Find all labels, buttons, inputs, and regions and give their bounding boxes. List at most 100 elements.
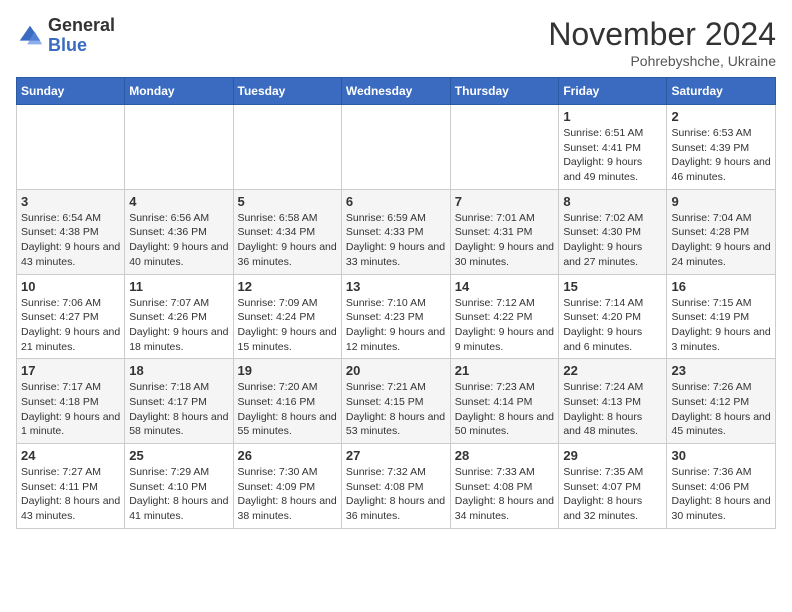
calendar-cell: [17, 105, 125, 190]
day-info: Sunrise: 6:53 AM Sunset: 4:39 PM Dayligh…: [671, 126, 771, 185]
day-info: Sunrise: 7:21 AM Sunset: 4:15 PM Dayligh…: [346, 380, 446, 439]
day-number: 4: [129, 194, 228, 209]
calendar-cell: 5 Sunrise: 6:58 AM Sunset: 4:34 PM Daylig…: [233, 189, 341, 274]
day-number: 15: [563, 279, 662, 294]
day-number: 5: [238, 194, 337, 209]
weekday-header: Tuesday: [233, 78, 341, 105]
day-number: 26: [238, 448, 337, 463]
day-number: 6: [346, 194, 446, 209]
weekday-header: Sunday: [17, 78, 125, 105]
calendar-cell: 18 Sunrise: 7:18 AM Sunset: 4:17 PM Dayli…: [125, 359, 233, 444]
calendar-week-row: 24 Sunrise: 7:27 AM Sunset: 4:11 PM Dayli…: [17, 444, 776, 529]
day-number: 1: [563, 109, 662, 124]
calendar-cell: 1Sunrise: 6:51 AM Sunset: 4:41 PM Daylig…: [559, 105, 667, 190]
day-number: 22: [563, 363, 662, 378]
day-info: Sunrise: 7:04 AM Sunset: 4:28 PM Dayligh…: [671, 211, 771, 270]
calendar-cell: 20 Sunrise: 7:21 AM Sunset: 4:15 PM Dayli…: [341, 359, 450, 444]
calendar-cell: 15 Sunrise: 7:14 AM Sunset: 4:20 PM Dayli…: [559, 274, 667, 359]
day-info: Sunrise: 6:56 AM Sunset: 4:36 PM Dayligh…: [129, 211, 228, 270]
calendar-cell: [125, 105, 233, 190]
title-block: November 2024 Pohrebyshche, Ukraine: [548, 16, 776, 69]
calendar-cell: 22 Sunrise: 7:24 AM Sunset: 4:13 PM Dayli…: [559, 359, 667, 444]
weekday-header: Thursday: [450, 78, 559, 105]
day-number: 28: [455, 448, 555, 463]
calendar-cell: 13 Sunrise: 7:10 AM Sunset: 4:23 PM Dayli…: [341, 274, 450, 359]
calendar-cell: 25Sunrise: 7:29 AM Sunset: 4:10 PM Dayli…: [125, 444, 233, 529]
calendar-cell: 11 Sunrise: 7:07 AM Sunset: 4:26 PM Dayli…: [125, 274, 233, 359]
day-info: Sunrise: 7:32 AM Sunset: 4:08 PM Dayligh…: [346, 465, 446, 524]
day-number: 19: [238, 363, 337, 378]
calendar-cell: [233, 105, 341, 190]
day-number: 13: [346, 279, 446, 294]
calendar-week-row: 3Sunrise: 6:54 AM Sunset: 4:38 PM Daylig…: [17, 189, 776, 274]
day-number: 25: [129, 448, 228, 463]
logo: General Blue: [16, 16, 115, 56]
day-info: Sunrise: 7:18 AM Sunset: 4:17 PM Dayligh…: [129, 380, 228, 439]
calendar-cell: 29Sunrise: 7:35 AM Sunset: 4:07 PM Dayli…: [559, 444, 667, 529]
day-info: Sunrise: 6:59 AM Sunset: 4:33 PM Dayligh…: [346, 211, 446, 270]
weekday-header: Saturday: [667, 78, 776, 105]
calendar-cell: 16 Sunrise: 7:15 AM Sunset: 4:19 PM Dayli…: [667, 274, 776, 359]
day-number: 10: [21, 279, 120, 294]
calendar-cell: 19 Sunrise: 7:20 AM Sunset: 4:16 PM Dayli…: [233, 359, 341, 444]
day-info: Sunrise: 7:14 AM Sunset: 4:20 PM Dayligh…: [563, 296, 662, 355]
day-info: Sunrise: 7:33 AM Sunset: 4:08 PM Dayligh…: [455, 465, 555, 524]
calendar-week-row: 10 Sunrise: 7:06 AM Sunset: 4:27 PM Dayli…: [17, 274, 776, 359]
day-info: Sunrise: 7:17 AM Sunset: 4:18 PM Dayligh…: [21, 380, 120, 439]
calendar-cell: 14Sunrise: 7:12 AM Sunset: 4:22 PM Dayli…: [450, 274, 559, 359]
day-number: 24: [21, 448, 120, 463]
calendar-cell: 9 Sunrise: 7:04 AM Sunset: 4:28 PM Daylig…: [667, 189, 776, 274]
day-info: Sunrise: 6:54 AM Sunset: 4:38 PM Dayligh…: [21, 211, 120, 270]
calendar-cell: 30 Sunrise: 7:36 AM Sunset: 4:06 PM Dayli…: [667, 444, 776, 529]
calendar-cell: 3Sunrise: 6:54 AM Sunset: 4:38 PM Daylig…: [17, 189, 125, 274]
day-info: Sunrise: 7:35 AM Sunset: 4:07 PM Dayligh…: [563, 465, 662, 524]
day-number: 9: [671, 194, 771, 209]
weekday-header: Monday: [125, 78, 233, 105]
location-subtitle: Pohrebyshche, Ukraine: [548, 53, 776, 69]
day-info: Sunrise: 7:01 AM Sunset: 4:31 PM Dayligh…: [455, 211, 555, 270]
day-number: 30: [671, 448, 771, 463]
calendar-cell: 12 Sunrise: 7:09 AM Sunset: 4:24 PM Dayli…: [233, 274, 341, 359]
day-info: Sunrise: 6:58 AM Sunset: 4:34 PM Dayligh…: [238, 211, 337, 270]
day-info: Sunrise: 7:30 AM Sunset: 4:09 PM Dayligh…: [238, 465, 337, 524]
day-info: Sunrise: 7:07 AM Sunset: 4:26 PM Dayligh…: [129, 296, 228, 355]
day-number: 18: [129, 363, 228, 378]
calendar-cell: 23Sunrise: 7:26 AM Sunset: 4:12 PM Dayli…: [667, 359, 776, 444]
calendar-week-row: 17Sunrise: 7:17 AM Sunset: 4:18 PM Dayli…: [17, 359, 776, 444]
day-number: 8: [563, 194, 662, 209]
month-title: November 2024: [548, 16, 776, 53]
calendar-cell: [341, 105, 450, 190]
weekday-header: Friday: [559, 78, 667, 105]
day-info: Sunrise: 7:27 AM Sunset: 4:11 PM Dayligh…: [21, 465, 120, 524]
day-info: Sunrise: 7:10 AM Sunset: 4:23 PM Dayligh…: [346, 296, 446, 355]
day-info: Sunrise: 7:06 AM Sunset: 4:27 PM Dayligh…: [21, 296, 120, 355]
calendar-cell: 21 Sunrise: 7:23 AM Sunset: 4:14 PM Dayli…: [450, 359, 559, 444]
calendar-cell: 17Sunrise: 7:17 AM Sunset: 4:18 PM Dayli…: [17, 359, 125, 444]
day-info: Sunrise: 7:20 AM Sunset: 4:16 PM Dayligh…: [238, 380, 337, 439]
calendar-cell: 2 Sunrise: 6:53 AM Sunset: 4:39 PM Daylig…: [667, 105, 776, 190]
calendar-cell: 7 Sunrise: 7:01 AM Sunset: 4:31 PM Daylig…: [450, 189, 559, 274]
day-info: Sunrise: 7:23 AM Sunset: 4:14 PM Dayligh…: [455, 380, 555, 439]
day-number: 27: [346, 448, 446, 463]
day-info: Sunrise: 7:36 AM Sunset: 4:06 PM Dayligh…: [671, 465, 771, 524]
day-info: Sunrise: 7:24 AM Sunset: 4:13 PM Dayligh…: [563, 380, 662, 439]
day-info: Sunrise: 7:12 AM Sunset: 4:22 PM Dayligh…: [455, 296, 555, 355]
day-info: Sunrise: 7:09 AM Sunset: 4:24 PM Dayligh…: [238, 296, 337, 355]
day-number: 23: [671, 363, 771, 378]
calendar-table: SundayMondayTuesdayWednesdayThursdayFrid…: [16, 77, 776, 529]
day-number: 12: [238, 279, 337, 294]
page-header: General Blue November 2024 Pohrebyshche,…: [16, 16, 776, 69]
day-info: Sunrise: 7:15 AM Sunset: 4:19 PM Dayligh…: [671, 296, 771, 355]
calendar-cell: 27 Sunrise: 7:32 AM Sunset: 4:08 PM Dayli…: [341, 444, 450, 529]
day-number: 11: [129, 279, 228, 294]
logo-icon: [16, 22, 44, 50]
day-number: 2: [671, 109, 771, 124]
calendar-cell: 28 Sunrise: 7:33 AM Sunset: 4:08 PM Dayli…: [450, 444, 559, 529]
logo-text: General Blue: [48, 16, 115, 56]
day-number: 21: [455, 363, 555, 378]
calendar-cell: 6 Sunrise: 6:59 AM Sunset: 4:33 PM Daylig…: [341, 189, 450, 274]
day-number: 20: [346, 363, 446, 378]
day-number: 7: [455, 194, 555, 209]
calendar-cell: [450, 105, 559, 190]
day-number: 16: [671, 279, 771, 294]
